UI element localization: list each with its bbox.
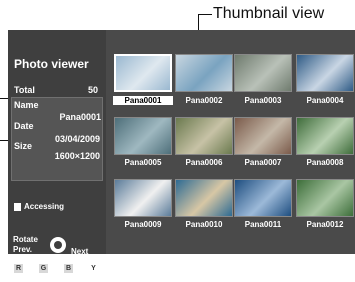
date-value: 03/04/2009: [54, 134, 100, 144]
info-panel: Photo viewer Total 50 Name Pana0001 Date…: [8, 30, 106, 282]
thumbnail-item[interactable]: [296, 179, 354, 217]
slideshow-label: Slideshow: [13, 275, 48, 282]
thumbnail-caption: Pana0010: [185, 220, 223, 229]
thumbnail-caption: Pana0002: [185, 96, 223, 105]
edge-line: [0, 98, 8, 99]
thumbnail-caption: Pana0005: [124, 158, 162, 167]
name-label: Name: [14, 100, 39, 110]
thumbnail-item[interactable]: [175, 117, 233, 155]
thumbnail-caption: Pana0008: [306, 158, 344, 167]
thumbnail-caption: Pana0012: [306, 220, 344, 229]
blue-button[interactable]: B: [64, 264, 73, 273]
thumbnail-item[interactable]: [234, 117, 292, 155]
date-label: Date: [14, 121, 34, 131]
thumbnail-item[interactable]: [296, 117, 354, 155]
thumbnail-caption: Pana0004: [306, 96, 344, 105]
status-text: Accessing: [24, 202, 65, 211]
edge-line: [0, 140, 8, 141]
red-button[interactable]: R: [14, 264, 23, 273]
rotate-label: Rotate: [13, 235, 38, 244]
total-label: Total: [14, 85, 35, 95]
thumbnail-caption: Pana0009: [124, 220, 162, 229]
thumbnail-caption: Pana0007: [244, 158, 282, 167]
thumbnail-item[interactable]: [114, 179, 172, 217]
document-icon: [14, 203, 21, 211]
thumbnail-caption: Pana0006: [185, 158, 223, 167]
size-label: Size: [14, 141, 33, 151]
thumbnail-caption: Pana0011: [244, 220, 282, 229]
callout-line: [198, 14, 212, 15]
callout-label: Thumbnail view: [213, 5, 325, 22]
yellow-button[interactable]: Y: [89, 264, 98, 273]
thumbnail-item[interactable]: [175, 54, 233, 92]
app-title: Photo viewer: [14, 57, 89, 71]
green-button[interactable]: G: [39, 264, 48, 273]
thumbnail-item[interactable]: [175, 179, 233, 217]
thumbnail-item[interactable]: [296, 54, 354, 92]
name-value: Pana0001: [59, 112, 101, 122]
thumbnail-item[interactable]: [114, 117, 172, 155]
return-label: ● RETURN: [70, 255, 104, 273]
thumbnail-item[interactable]: [234, 179, 292, 217]
size-value: 1600×1200: [54, 151, 100, 161]
dpad-icon[interactable]: [50, 237, 66, 253]
thumbnail-caption: Pana0003: [244, 96, 282, 105]
thumbnail-caption: Pana0001: [113, 96, 173, 105]
total-value: 50: [87, 85, 98, 95]
thumbnail-item[interactable]: [114, 54, 172, 92]
thumbnail-item[interactable]: [234, 54, 292, 92]
prev-label: Prev.: [13, 245, 32, 254]
